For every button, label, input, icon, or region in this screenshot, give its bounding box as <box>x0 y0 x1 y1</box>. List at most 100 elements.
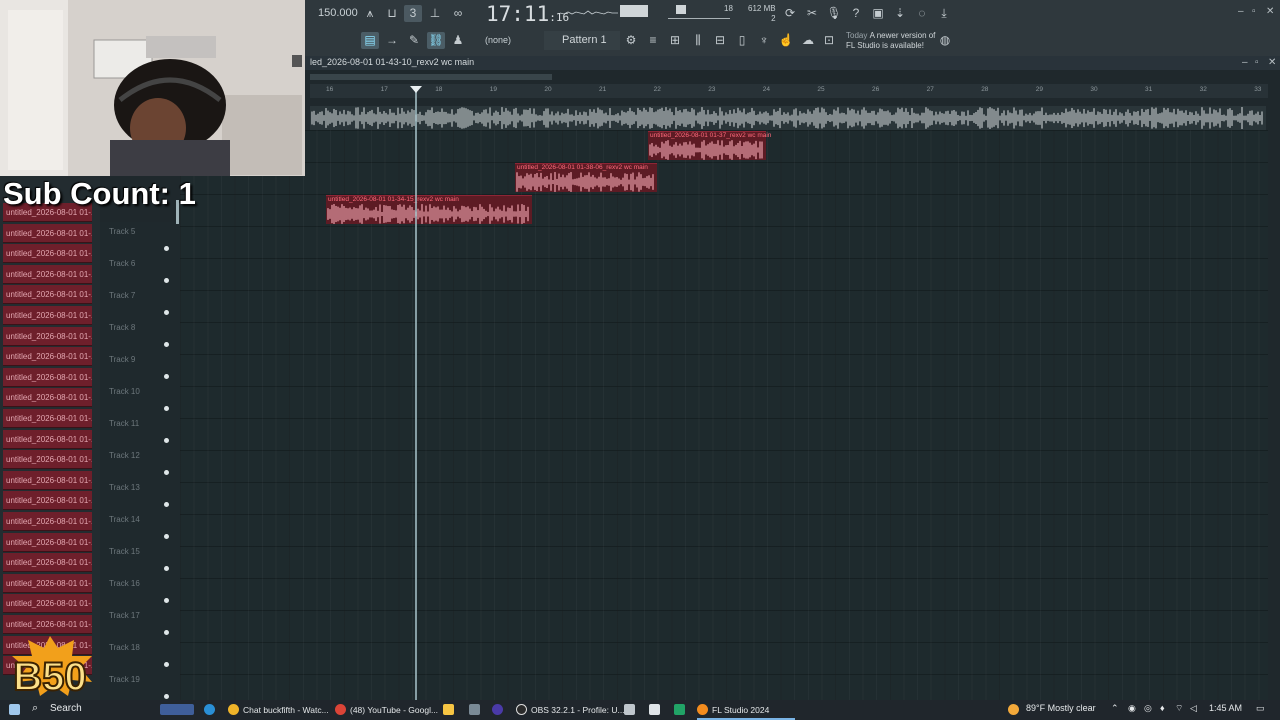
picker-clip-item[interactable]: untitled_2026-08-01 01-... <box>3 573 92 593</box>
track-mute-icon[interactable] <box>164 630 169 635</box>
playlist-minimize-icon[interactable]: – <box>1242 57 1248 68</box>
picker-clip-item[interactable]: untitled_2026-08-01 01-... <box>3 285 92 305</box>
picker-clip-item[interactable]: untitled_2026-08-01 01-... <box>3 594 92 614</box>
track-header[interactable]: Track 14 <box>100 510 180 542</box>
edge-icon[interactable] <box>204 704 215 715</box>
explorer-icon[interactable] <box>443 704 454 715</box>
close-icon[interactable]: ✕ <box>1266 6 1274 17</box>
picker-clip-item[interactable]: untitled_2026-08-01 01-... <box>3 244 92 264</box>
playlist-maximize-icon[interactable]: ▫ <box>1255 57 1259 68</box>
globe-icon[interactable]: ◍ <box>936 32 954 49</box>
weather-icon[interactable] <box>1008 704 1019 715</box>
tools-icon[interactable]: ✂ <box>803 5 821 22</box>
taskbar-app-fl[interactable]: FL Studio 2024 <box>697 703 769 717</box>
picker-clip-item[interactable]: untitled_2026-08-01 01-... <box>3 409 92 428</box>
tempo-display[interactable]: 150.000 <box>318 7 358 19</box>
track-mute-icon[interactable] <box>164 662 169 667</box>
picker-clip-item[interactable]: untitled_2026-08-01 01-... <box>3 223 92 243</box>
picker-clip-item[interactable]: untitled_2026-08-01 01-... <box>3 615 92 634</box>
track-mute-icon[interactable] <box>164 470 169 475</box>
taskbar-app-obs[interactable]: OBS 32.2.1 - Profile: U... <box>516 703 625 717</box>
taskbar-app-chat[interactable]: Chat buckfifth - Watc... <box>228 703 329 717</box>
track-mute-icon[interactable] <box>164 534 169 539</box>
step-edit-icon[interactable]: ⊥ <box>426 5 444 22</box>
playlist-view-icon[interactable]: ▤ <box>361 32 379 49</box>
app-icon-2[interactable] <box>492 704 503 715</box>
widget-icon[interactable] <box>160 704 194 715</box>
render-icon[interactable]: ⇣ <box>891 5 909 22</box>
chevron-up-icon[interactable]: ⌃ <box>1111 703 1119 714</box>
minimize-icon[interactable]: – <box>1238 6 1244 17</box>
track-header[interactable]: Track 13 <box>100 478 180 510</box>
tray-mic-icon[interactable]: ♦ <box>1160 703 1165 713</box>
picker-clip-item[interactable]: untitled_2026-08-01 01-... <box>3 326 92 346</box>
mixer-track-selector[interactable]: (none) <box>485 35 511 45</box>
track-header[interactable]: Track 10 <box>100 382 180 414</box>
search-box[interactable]: Search <box>50 703 82 714</box>
calculator-icon[interactable] <box>624 704 635 715</box>
weather-text[interactable]: 89°F Mostly clear <box>1026 703 1096 713</box>
picker-clip-item[interactable]: untitled_2026-08-01 01-... <box>3 306 92 325</box>
refresh-icon[interactable]: ⟳ <box>781 5 799 22</box>
excel-icon[interactable] <box>674 704 685 715</box>
download-icon[interactable]: ⤓ <box>935 5 953 22</box>
master-pitch[interactable] <box>668 18 730 19</box>
picker-clip-item[interactable]: untitled_2026-08-01 01-... <box>3 491 92 511</box>
countdown-icon[interactable]: 3 <box>404 5 422 22</box>
browser-icon[interactable]: ⊟ <box>711 32 729 49</box>
playhead-line[interactable] <box>415 88 417 700</box>
track-header[interactable]: Track 12 <box>100 446 180 478</box>
picker-clip-item[interactable]: untitled_2026-08-01 01-... <box>3 532 92 552</box>
windows-start-icon[interactable] <box>9 704 20 715</box>
master-volume[interactable] <box>676 5 686 14</box>
picker-clip-item[interactable]: untitled_2026-08-01 01-... <box>3 347 92 367</box>
track-mute-icon[interactable] <box>164 278 169 283</box>
volume-icon[interactable]: ◁ <box>1190 703 1197 714</box>
track-mute-icon[interactable] <box>164 310 169 315</box>
picker-clip-item[interactable]: untitled_2026-08-01 01-... <box>3 367 92 387</box>
track-mute-icon[interactable] <box>164 406 169 411</box>
tray-icon-2[interactable]: ◎ <box>1144 703 1152 714</box>
track-header[interactable]: Track 15 <box>100 542 180 574</box>
app-icon[interactable] <box>469 704 480 715</box>
picker-clip-item[interactable]: untitled_2026-08-01 01-... <box>3 450 92 470</box>
track-header[interactable]: Track 19 <box>100 670 180 702</box>
search-icon[interactable]: ⌕ <box>32 702 38 715</box>
track-header[interactable]: Track 18 <box>100 638 180 670</box>
notification-icon[interactable]: ▭ <box>1256 703 1265 714</box>
track-mute-icon[interactable] <box>164 502 169 507</box>
horizontal-scrollbar[interactable] <box>310 74 552 80</box>
track-mute-icon[interactable] <box>164 566 169 571</box>
playhead-marker-icon[interactable] <box>410 86 422 93</box>
cloud-icon[interactable]: ☁ <box>799 32 817 49</box>
pencil-icon[interactable]: ✎ <box>405 32 423 49</box>
clip-3[interactable]: untitled_2026-08-01 01-37_rexv2 wc main <box>648 131 771 160</box>
plugin-icon[interactable]: ♆ <box>755 32 773 49</box>
clip-1[interactable]: untitled_2026-08-01 01-34-15_rexv2 wc ma… <box>326 195 532 224</box>
track-header[interactable]: Track 5 <box>100 222 180 254</box>
picker-clip-item[interactable]: untitled_2026-08-01 01-... <box>3 429 92 449</box>
file-icon[interactable]: ▯ <box>733 32 751 49</box>
update-notice[interactable]: Today A newer version of FL Studio is av… <box>846 31 935 51</box>
track-mute-icon[interactable] <box>164 342 169 347</box>
picker-clip-item[interactable]: untitled_2026-08-01 01-... <box>3 470 92 490</box>
taskbar-app-youtube[interactable]: (48) YouTube - Googl... <box>335 703 438 717</box>
picker-clip-item[interactable]: untitled_2026-08-01 01-... <box>3 512 92 531</box>
help-icon[interactable]: ? <box>847 5 865 22</box>
microphone-icon[interactable]: 🎙 <box>825 5 843 22</box>
arrow-right-icon[interactable]: → <box>383 32 401 49</box>
track-header[interactable]: Track 6 <box>100 254 180 286</box>
track-header[interactable]: Track 17 <box>100 606 180 638</box>
notepad-icon[interactable] <box>649 704 660 715</box>
audio-clip-main[interactable] <box>310 106 1266 130</box>
maximize-icon[interactable]: ▫ <box>1252 6 1256 17</box>
picker-clip-item[interactable]: untitled_2026-08-01 01-... <box>3 264 92 284</box>
touch-icon[interactable]: ☝ <box>777 32 795 49</box>
clip-2[interactable]: untitled_2026-08-01 01-38-06_rexv2 wc ma… <box>515 163 657 192</box>
wait-record-icon[interactable]: ⊔ <box>383 5 401 22</box>
picker-clip-item[interactable]: untitled_2026-08-01 01-... <box>3 553 92 573</box>
save-icon[interactable]: ▣ <box>869 5 887 22</box>
loop-record-icon[interactable]: ∞ <box>449 5 467 22</box>
track-header[interactable]: Track 8 <box>100 318 180 350</box>
pattern-selector[interactable]: Pattern 1 <box>544 31 620 50</box>
